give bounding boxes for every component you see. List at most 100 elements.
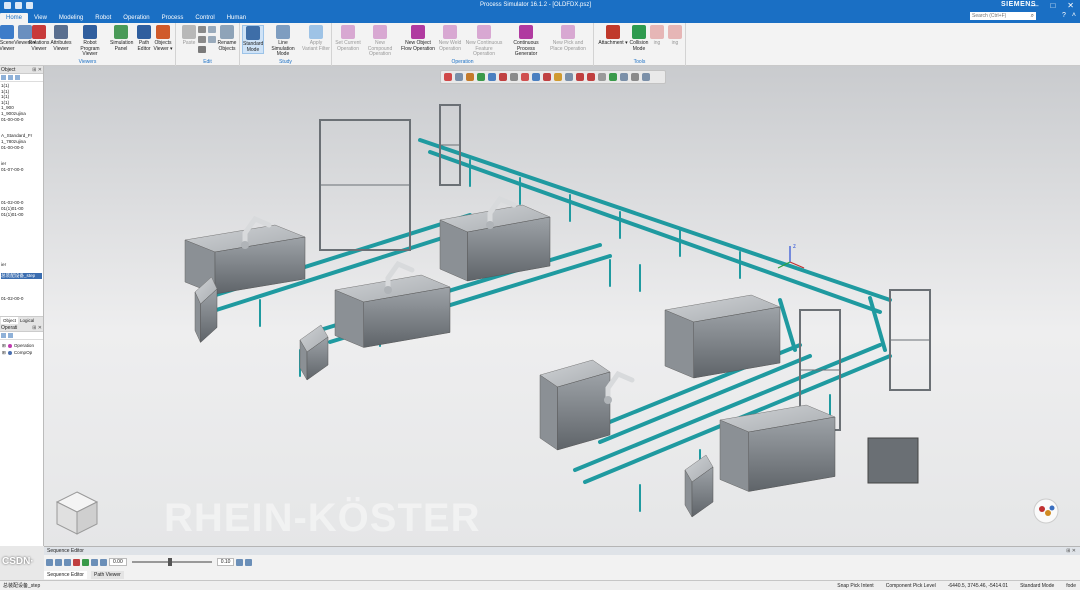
tree-item-operation[interactable]: ⊞ Operation xyxy=(2,342,41,349)
redo-icon[interactable] xyxy=(26,2,33,9)
rotate-icon[interactable] xyxy=(477,73,485,81)
line-simulation-icon xyxy=(276,25,290,39)
new-object-flow-operation-button[interactable]: New Object Flow Operation xyxy=(400,25,436,52)
new-continuous-feature-operation-button[interactable]: New Continuous Feature Operation xyxy=(464,25,504,58)
orientation-cube-icon[interactable] xyxy=(52,488,102,538)
settings-icon[interactable] xyxy=(236,558,244,566)
tab-view[interactable]: View xyxy=(28,13,53,23)
search-input[interactable] xyxy=(970,12,1036,20)
line-simulation-mode-button[interactable]: Line Simulation Mode xyxy=(266,25,300,58)
navigation-wheel-icon[interactable] xyxy=(1026,496,1066,526)
op-expand-icon[interactable] xyxy=(1,333,6,338)
record-icon[interactable] xyxy=(245,558,253,566)
step-back-icon[interactable] xyxy=(55,558,62,566)
attachment-button[interactable]: Attachment ▾ xyxy=(598,25,628,47)
new-pick-and-place-operation-button[interactable]: New Pick and Place Operation xyxy=(548,25,588,52)
panel-close-icon[interactable]: ⊞ ✕ xyxy=(1066,547,1076,555)
view-cube-icon[interactable] xyxy=(488,73,496,81)
more-icon[interactable] xyxy=(642,73,650,81)
attributes-viewer-button[interactable]: Attributes Viewer xyxy=(50,25,72,52)
redo-small-icon[interactable] xyxy=(208,36,216,43)
display-icon[interactable] xyxy=(609,73,617,81)
undo-icon[interactable] xyxy=(15,2,22,9)
time-field[interactable]: 0.00 xyxy=(109,558,127,566)
measure-icon[interactable] xyxy=(554,73,562,81)
tab-control[interactable]: Control xyxy=(189,13,220,23)
copy-icon[interactable] xyxy=(198,36,206,43)
filter-icon[interactable] xyxy=(15,75,20,80)
play-backward-icon[interactable] xyxy=(64,558,71,566)
objects-viewer-button[interactable]: Objects Viewer ▾ xyxy=(152,25,174,52)
placement-icon[interactable] xyxy=(576,73,584,81)
tool-button-4[interactable]: ing xyxy=(666,25,684,47)
continuous-process-generator-button[interactable]: Continuous Process Generator xyxy=(506,25,546,58)
step-field[interactable]: 0.10 xyxy=(216,558,235,566)
expand-plus-icon[interactable]: ⊞ xyxy=(2,349,6,356)
hide-icon[interactable] xyxy=(598,73,606,81)
graphic-viewer[interactable]: z RHEIN-KÖSTER xyxy=(44,66,1080,546)
frame-icon[interactable] xyxy=(565,73,573,81)
tab-process[interactable]: Process xyxy=(156,13,190,23)
tab-sequence-editor[interactable]: Sequence Editor xyxy=(44,571,87,579)
render-mode-icon[interactable] xyxy=(499,73,507,81)
tab-human[interactable]: Human xyxy=(221,13,252,23)
standard-mode-button[interactable]: Standard Mode xyxy=(242,25,264,54)
relocate-icon[interactable] xyxy=(587,73,595,81)
status-pick-level[interactable]: Component Pick Level xyxy=(886,581,936,590)
simulation-panel-button[interactable]: Simulation Panel xyxy=(110,25,133,52)
new-compound-operation-button[interactable]: New Compound Operation xyxy=(364,25,396,58)
select-icon[interactable] xyxy=(532,73,540,81)
tree-item-compop[interactable]: ⊞ CompOp xyxy=(2,349,41,356)
slider-thumb[interactable] xyxy=(167,558,172,566)
search-icon[interactable]: ⌕ xyxy=(1031,13,1034,20)
panel-pin-icon[interactable]: ⊞ ✕ xyxy=(32,66,42,74)
zoom-icon[interactable] xyxy=(455,73,463,81)
close-button[interactable]: ✕ xyxy=(1067,1,1074,10)
maximize-button[interactable]: □ xyxy=(1050,1,1055,10)
new-weld-operation-button[interactable]: New Weld Operation xyxy=(438,25,462,52)
expand-icon[interactable] xyxy=(1,75,6,80)
tab-logical[interactable]: Logical xyxy=(20,317,34,324)
delete-icon[interactable] xyxy=(198,46,206,53)
status-snap-pick[interactable]: Snap Pick Intent xyxy=(837,581,873,590)
undo-small-icon[interactable] xyxy=(208,26,216,33)
tab-path-viewer[interactable]: Path Viewer xyxy=(90,571,124,579)
paste-button[interactable]: Paste xyxy=(178,25,200,47)
collapse-icon[interactable] xyxy=(8,75,13,80)
cut-icon[interactable] xyxy=(198,26,206,33)
save-icon[interactable] xyxy=(4,2,11,9)
set-current-operation-button[interactable]: Set Current Operation xyxy=(334,25,362,52)
color-icon[interactable] xyxy=(620,73,628,81)
zoom-to-fit-icon[interactable] xyxy=(444,73,452,81)
rename-objects-button[interactable]: Rename Objects xyxy=(216,25,238,52)
step-forward-icon[interactable] xyxy=(91,558,98,566)
expand-plus-icon[interactable]: ⊞ xyxy=(2,342,6,349)
object-tree[interactable]: 1(1) 1(1) 1(1) 1(1) 1_900 1_900zujina 01-00-00… xyxy=(0,82,43,302)
tab-modeling[interactable]: Modeling xyxy=(53,13,89,23)
tab-robot[interactable]: Robot xyxy=(89,13,117,23)
time-slider[interactable] xyxy=(131,558,212,566)
pick-icon[interactable] xyxy=(521,73,529,81)
panel-close-icon[interactable]: ⊞ ✕ xyxy=(32,324,42,332)
stop-icon[interactable] xyxy=(73,558,80,566)
apply-variant-filter-button[interactable]: Apply Variant Filter xyxy=(302,25,330,52)
tool-button-3[interactable]: ing xyxy=(648,25,666,47)
snap-icon[interactable] xyxy=(543,73,551,81)
collision-mode-button[interactable]: Collision Mode xyxy=(628,25,650,52)
blank-icon[interactable] xyxy=(631,73,639,81)
tab-home[interactable]: Home xyxy=(0,13,29,23)
jump-end-icon[interactable] xyxy=(100,558,107,566)
tab-object[interactable]: Object xyxy=(1,317,19,324)
chevron-up-icon[interactable]: ˄ xyxy=(1072,12,1076,19)
tree-item[interactable]: 01-02-00-0 xyxy=(1,296,42,302)
relations-viewer-button[interactable]: Relations Viewer xyxy=(28,25,50,52)
production-line-scene[interactable]: z xyxy=(44,66,1080,546)
help-icon[interactable]: ? xyxy=(1062,12,1066,19)
op-filter-icon[interactable] xyxy=(8,333,13,338)
jump-start-icon[interactable] xyxy=(46,558,53,566)
pan-icon[interactable] xyxy=(466,73,474,81)
robot-program-viewer-button[interactable]: Robot Program Viewer xyxy=(76,25,104,58)
section-icon[interactable] xyxy=(510,73,518,81)
play-icon[interactable] xyxy=(82,558,89,566)
tab-operation[interactable]: Operation xyxy=(117,13,155,23)
